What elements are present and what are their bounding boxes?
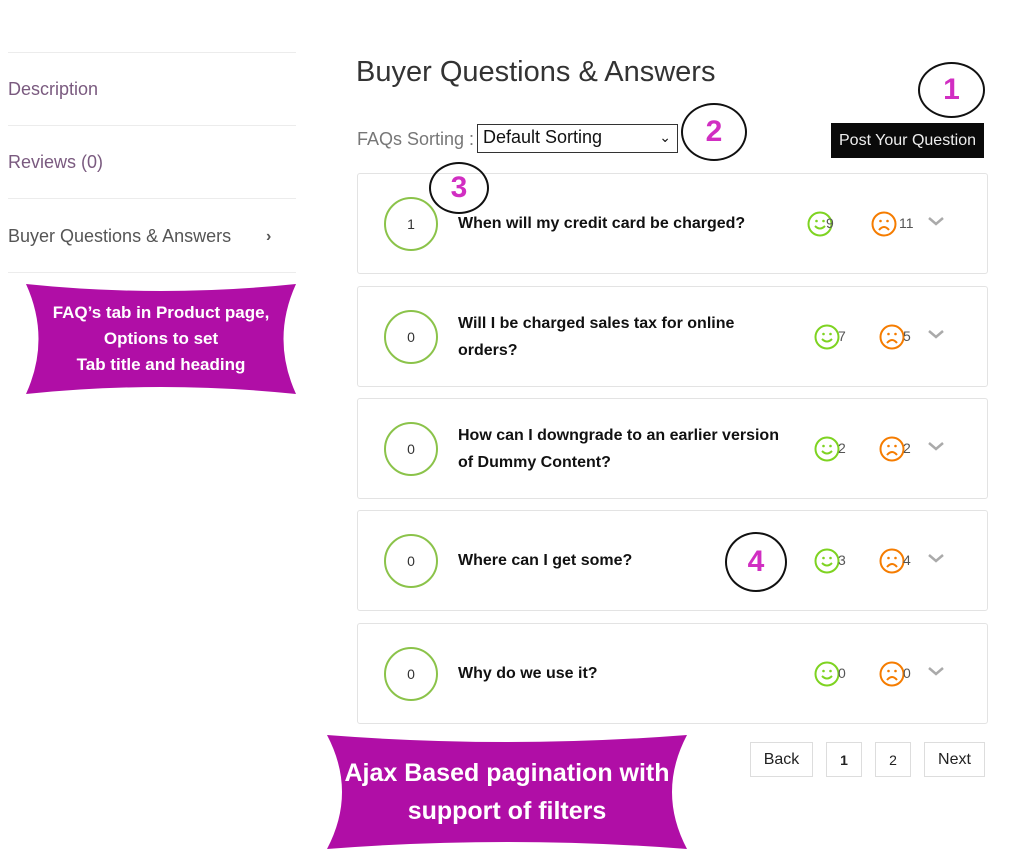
dislike-count: 5 bbox=[903, 328, 911, 344]
banner-line: FAQ’s tab in Product page, bbox=[52, 303, 270, 322]
chevron-down-icon[interactable] bbox=[926, 551, 946, 565]
answer-count: 0 bbox=[384, 647, 438, 701]
tab-description[interactable]: Description bbox=[8, 79, 98, 100]
faq-question[interactable]: When will my credit card be charged? bbox=[458, 210, 798, 237]
banner-line: Options to set bbox=[103, 329, 219, 348]
faq-question[interactable]: Why do we use it? bbox=[458, 660, 798, 687]
divider bbox=[8, 125, 296, 126]
banner-line: support of filters bbox=[407, 797, 607, 825]
dislike-frown-icon[interactable] bbox=[879, 436, 905, 462]
bottom-annotation-banner: Ajax Based pagination with support of fil… bbox=[327, 735, 687, 849]
next-button[interactable]: Next bbox=[924, 742, 985, 777]
dislike-count: 0 bbox=[903, 665, 911, 681]
page-title: Buyer Questions & Answers bbox=[356, 56, 716, 88]
dislike-count: 2 bbox=[903, 440, 911, 456]
dislike-frown-icon[interactable] bbox=[871, 211, 897, 237]
faq-item[interactable]: 0 Why do we use it? 0 0 bbox=[357, 623, 988, 724]
faq-question[interactable]: Will I be charged sales tax for online o… bbox=[458, 310, 798, 364]
back-button[interactable]: Back bbox=[750, 742, 813, 777]
chevron-right-icon: › bbox=[266, 228, 272, 245]
chevron-down-icon[interactable] bbox=[926, 439, 946, 453]
annotation-4: 4 bbox=[725, 532, 787, 592]
dislike-count: 11 bbox=[899, 215, 914, 231]
answer-count: 0 bbox=[384, 422, 438, 476]
divider bbox=[8, 52, 296, 53]
banner-line: Tab title and heading bbox=[76, 355, 246, 374]
like-count: 7 bbox=[838, 328, 846, 344]
post-question-button[interactable]: Post Your Question bbox=[831, 123, 984, 158]
chevron-down-icon[interactable] bbox=[926, 664, 946, 678]
faq-item[interactable]: 0 How can I downgrade to an earlier vers… bbox=[357, 398, 988, 499]
faq-item[interactable]: 0 Will I be charged sales tax for online… bbox=[357, 286, 988, 387]
left-annotation-banner: FAQ’s tab in Product page, Options to set… bbox=[26, 284, 296, 394]
like-smile-icon[interactable] bbox=[814, 324, 840, 350]
like-smile-icon[interactable] bbox=[814, 436, 840, 462]
like-count: 2 bbox=[838, 440, 846, 456]
sorting-label: FAQs Sorting : bbox=[357, 129, 475, 149]
dislike-count: 4 bbox=[903, 552, 911, 568]
tab-reviews[interactable]: Reviews (0) bbox=[8, 152, 103, 173]
tab-buyer-questions[interactable]: Buyer Questions & Answers bbox=[8, 226, 231, 247]
like-count: 9 bbox=[826, 215, 834, 231]
page-1-button[interactable]: 1 bbox=[826, 742, 862, 777]
divider bbox=[8, 198, 296, 199]
faq-item[interactable]: 0 Where can I get some? 3 4 bbox=[357, 510, 988, 611]
like-count: 3 bbox=[838, 552, 846, 568]
dislike-frown-icon[interactable] bbox=[879, 661, 905, 687]
banner-line: Ajax Based pagination with bbox=[344, 759, 670, 787]
sorting-selected: Default Sorting bbox=[483, 127, 603, 147]
answer-count: 1 bbox=[384, 197, 438, 251]
page-2-button[interactable]: 2 bbox=[875, 742, 911, 777]
chevron-down-icon[interactable] bbox=[926, 214, 946, 228]
sorting-select[interactable]: Default Sorting ⌄ bbox=[477, 124, 678, 153]
annotation-3: 3 bbox=[429, 162, 489, 214]
divider bbox=[8, 272, 296, 273]
chevron-down-icon: ⌄ bbox=[659, 129, 671, 145]
answer-count: 0 bbox=[384, 310, 438, 364]
annotation-2: 2 bbox=[681, 103, 747, 161]
chevron-down-icon[interactable] bbox=[926, 327, 946, 341]
like-smile-icon[interactable] bbox=[814, 548, 840, 574]
annotation-1: 1 bbox=[918, 62, 985, 118]
like-count: 0 bbox=[838, 665, 846, 681]
dislike-frown-icon[interactable] bbox=[879, 548, 905, 574]
answer-count: 0 bbox=[384, 534, 438, 588]
faq-question[interactable]: How can I downgrade to an earlier versio… bbox=[458, 422, 798, 476]
like-smile-icon[interactable] bbox=[814, 661, 840, 687]
dislike-frown-icon[interactable] bbox=[879, 324, 905, 350]
